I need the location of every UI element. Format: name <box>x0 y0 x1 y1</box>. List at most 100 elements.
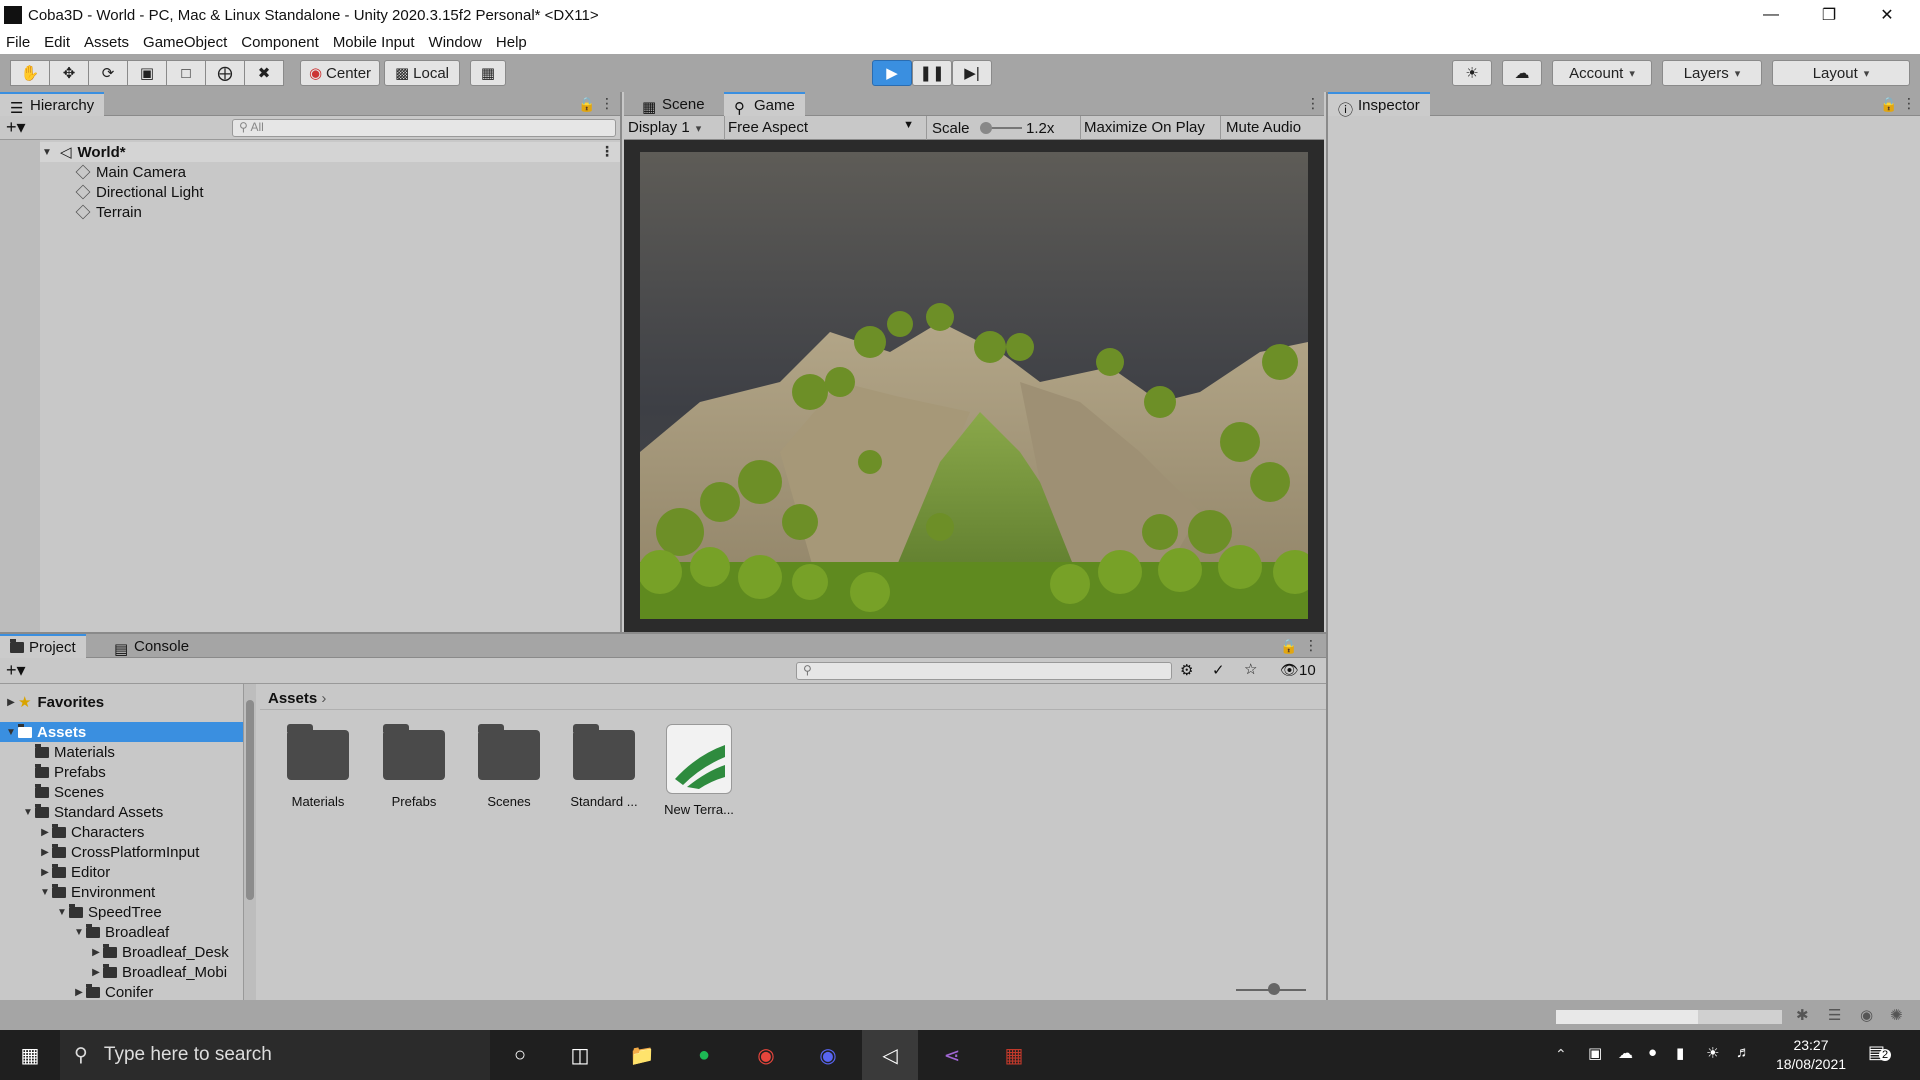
cloud-icon[interactable]: ☁ <box>1502 60 1542 86</box>
minimize-button[interactable]: — <box>1742 0 1800 30</box>
project-search-input[interactable]: ⚲ <box>796 662 1172 680</box>
layout-dropdown[interactable]: Layout <box>1772 60 1910 86</box>
rotate-tool-icon[interactable]: ⟳ <box>88 60 128 86</box>
display-dropdown[interactable]: Display 1 <box>628 119 724 136</box>
tree-folder-row[interactable]: ▶ Characters <box>38 822 144 842</box>
transform-tool-icon[interactable]: ⨁ <box>205 60 245 86</box>
tree-folder-row[interactable]: ▼ Broadleaf <box>72 922 169 942</box>
expand-arrow-icon[interactable]: ▼ <box>38 887 52 898</box>
spotify-icon[interactable]: ● <box>676 1030 732 1080</box>
visual-studio-icon[interactable]: ⋖ <box>924 1030 980 1080</box>
favorites-row[interactable]: ▶ ★ Favorites <box>4 692 104 712</box>
scale-slider-thumb[interactable] <box>980 122 992 134</box>
play-button[interactable]: ▶ <box>872 60 912 86</box>
tree-folder-row[interactable]: ▶ Conifer <box>72 982 153 1000</box>
tree-folder-row[interactable]: ▼ Environment <box>38 882 155 902</box>
aspect-dropdown[interactable]: Free Aspect ▼ <box>728 119 918 136</box>
cortana-icon[interactable]: ○ <box>492 1030 548 1080</box>
lock-icon[interactable]: 🔒 <box>1280 638 1297 655</box>
pause-button[interactable]: ❚❚ <box>912 60 952 86</box>
tree-folder-row[interactable]: ▼ Standard Assets <box>21 802 163 822</box>
tab-project[interactable]: Project <box>0 634 86 658</box>
menu-file[interactable]: File <box>6 34 30 51</box>
tree-scrollbar[interactable] <box>244 684 256 1000</box>
expand-arrow-icon[interactable]: ▼ <box>4 727 18 738</box>
expand-arrow-icon[interactable]: ▶ <box>89 947 103 958</box>
asset-folder[interactable]: Materials <box>270 724 366 809</box>
view-kebab-icon[interactable]: ⋮ <box>1306 95 1320 112</box>
unity-taskbar-icon[interactable]: ◁ <box>862 1030 918 1080</box>
tree-folder-row[interactable]: ▼ Assets <box>0 722 243 742</box>
volume-icon[interactable]: ♬ <box>1736 1044 1751 1061</box>
menu-help[interactable]: Help <box>496 34 527 51</box>
microphone-icon[interactable]: ● <box>1648 1044 1657 1061</box>
battery-icon[interactable]: ▮ <box>1676 1044 1684 1062</box>
file-explorer-icon[interactable]: 📁 <box>614 1030 670 1080</box>
step-button[interactable]: ▶| <box>952 60 992 86</box>
pivot-local-button[interactable]: ▩ Local <box>384 60 460 86</box>
favorite-star-icon[interactable]: ☆ <box>1244 660 1257 678</box>
tree-folder-row[interactable]: ▶ Broadleaf_Desk <box>89 942 229 962</box>
hierarchy-item[interactable]: Directional Light <box>75 182 204 202</box>
layers-stack-icon[interactable]: ☰ <box>1828 1006 1841 1024</box>
mute-audio-toggle[interactable]: Mute Audio <box>1226 119 1301 136</box>
tree-folder-row[interactable]: ▶ Editor <box>38 862 110 882</box>
expand-arrow-icon[interactable]: ▼ <box>72 927 86 938</box>
menu-window[interactable]: Window <box>429 34 482 51</box>
meet-now-icon[interactable]: ▣ <box>1588 1044 1602 1062</box>
grid-snap-icon[interactable]: ▦ <box>470 60 506 86</box>
restore-button[interactable]: ❐ <box>1800 0 1858 30</box>
close-button[interactable]: ✕ <box>1858 0 1916 30</box>
expand-arrow-icon[interactable]: ▶ <box>38 867 52 878</box>
expand-arrow-icon[interactable]: ▶ <box>38 847 52 858</box>
custom-tool-icon[interactable]: ✖ <box>244 60 284 86</box>
tab-game[interactable]: ⚲ Game <box>724 92 805 117</box>
taskbar-clock[interactable]: 23:27 18/08/2021 <box>1770 1036 1852 1074</box>
lock-icon[interactable]: 🔒 <box>1880 96 1897 113</box>
expand-arrow-icon[interactable]: ▶ <box>72 987 86 998</box>
hidden-packages-toggle[interactable]: 👁10 <box>1280 661 1316 679</box>
expand-arrow-icon[interactable]: ▼ <box>40 147 54 158</box>
tree-folder-row[interactable]: ▶ Broadleaf_Mobi <box>89 962 227 982</box>
account-dropdown[interactable]: Account <box>1552 60 1652 86</box>
tree-folder-row[interactable]: Materials <box>21 742 115 762</box>
menu-component[interactable]: Component <box>241 34 319 51</box>
tree-folder-row[interactable]: Prefabs <box>21 762 106 782</box>
kebab-menu-icon[interactable]: ⋮ <box>1902 95 1916 112</box>
move-tool-icon[interactable]: ✥ <box>49 60 89 86</box>
pivot-center-button[interactable]: ◉ Center <box>300 60 380 86</box>
kebab-menu-icon[interactable]: ⋮ <box>600 95 614 112</box>
windows-start-icon[interactable]: ▦ <box>2 1030 58 1080</box>
expand-arrow-icon[interactable]: ▶ <box>4 697 18 708</box>
expand-arrow-icon[interactable]: ▼ <box>21 807 35 818</box>
tab-console[interactable]: ▤ Console <box>104 634 199 659</box>
wifi-icon[interactable]: ☀ <box>1706 1044 1719 1062</box>
rect-tool-icon[interactable]: □ <box>166 60 206 86</box>
lock-icon[interactable]: 🔒 <box>578 96 595 113</box>
scene-row[interactable]: ▼ ◁ World* ⋮ <box>40 142 620 162</box>
add-create-icon[interactable]: +▾ <box>6 117 26 138</box>
menu-edit[interactable]: Edit <box>44 34 70 51</box>
menu-assets[interactable]: Assets <box>84 34 129 51</box>
tab-scene[interactable]: ▦ Scene <box>632 92 715 117</box>
asset-folder[interactable]: Prefabs <box>366 724 462 809</box>
chrome-icon[interactable]: ◉ <box>738 1030 794 1080</box>
layers-dropdown[interactable]: Layers <box>1662 60 1762 86</box>
add-create-icon[interactable]: +▾ <box>6 660 26 681</box>
menu-mobile-input[interactable]: Mobile Input <box>333 34 415 51</box>
asset-terrain[interactable]: New Terra... <box>651 724 747 817</box>
expand-arrow-icon[interactable]: ▶ <box>89 967 103 978</box>
notifications-icon[interactable]: ▤2 <box>1868 1042 1892 1063</box>
filter-by-type-icon[interactable]: ⚙ <box>1180 661 1193 679</box>
icon-size-slider-thumb[interactable] <box>1268 983 1280 995</box>
filter-by-label-icon[interactable]: ✓ <box>1212 661 1225 679</box>
breadcrumb-assets[interactable]: Assets <box>268 690 317 707</box>
asset-folder[interactable]: Scenes <box>461 724 557 809</box>
taskbar-search-box[interactable]: ⚲ Type here to search <box>60 1030 490 1080</box>
tree-folder-row[interactable]: ▶ CrossPlatformInput <box>38 842 199 862</box>
onedrive-icon[interactable]: ☁ <box>1618 1044 1633 1062</box>
bug-icon[interactable]: ✱ <box>1796 1006 1809 1024</box>
expand-arrow-icon[interactable]: ▶ <box>38 827 52 838</box>
hierarchy-item[interactable]: Main Camera <box>75 162 186 182</box>
tab-inspector[interactable]: ⓘ Inspector <box>1328 92 1430 119</box>
